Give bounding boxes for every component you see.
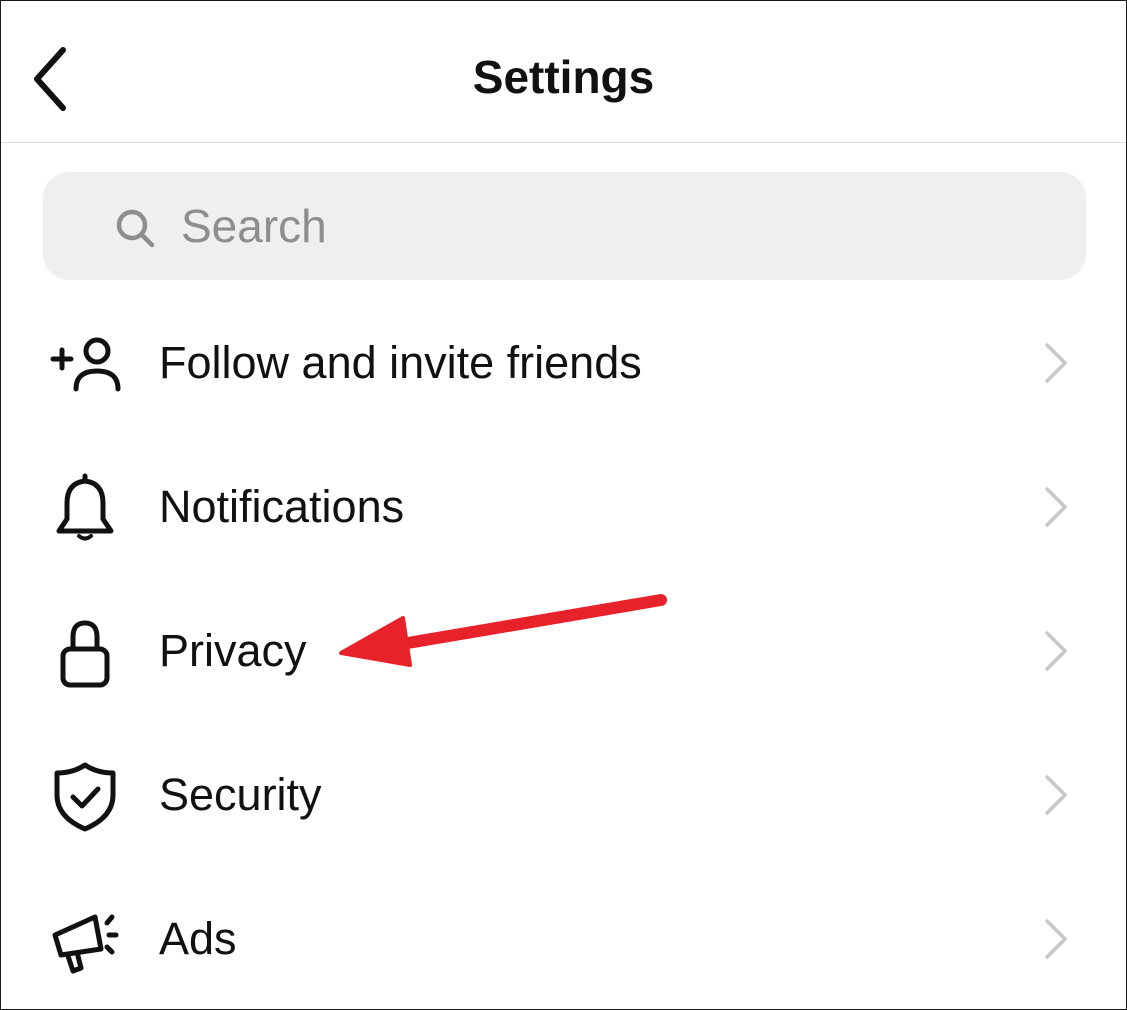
menu-item-security[interactable]: Security [1,723,1126,867]
bell-icon [49,473,121,545]
chevron-right-icon [1045,343,1067,383]
menu-item-label: Privacy [159,625,307,676]
add-person-icon [49,329,121,401]
chevron-right-icon [1045,775,1067,815]
chevron-right-icon [1045,631,1067,671]
menu-item-label: Ads [159,913,237,964]
search-icon [116,209,155,248]
menu-item-privacy[interactable]: Privacy [1,579,1126,723]
menu-item-follow-invite[interactable]: Follow and invite friends [1,291,1126,435]
megaphone-icon [49,905,121,977]
lock-icon [49,617,121,689]
menu-item-label: Follow and invite friends [159,337,642,388]
header-bar: Settings [1,1,1126,143]
menu-item-label: Security [159,769,322,820]
menu-item-label: Notifications [159,481,405,532]
shield-check-icon [49,761,121,833]
chevron-right-icon [1045,919,1067,959]
menu-item-notifications[interactable]: Notifications [1,435,1126,579]
page-title: Settings [472,51,655,103]
settings-menu: Follow and invite friends Notifications [1,291,1126,1009]
settings-screen: Settings Follow and invite friends [0,0,1127,1010]
menu-item-ads[interactable]: Ads [1,867,1126,1009]
search-input[interactable] [181,192,1041,260]
search-bar[interactable] [43,172,1086,280]
chevron-right-icon [1045,487,1067,527]
